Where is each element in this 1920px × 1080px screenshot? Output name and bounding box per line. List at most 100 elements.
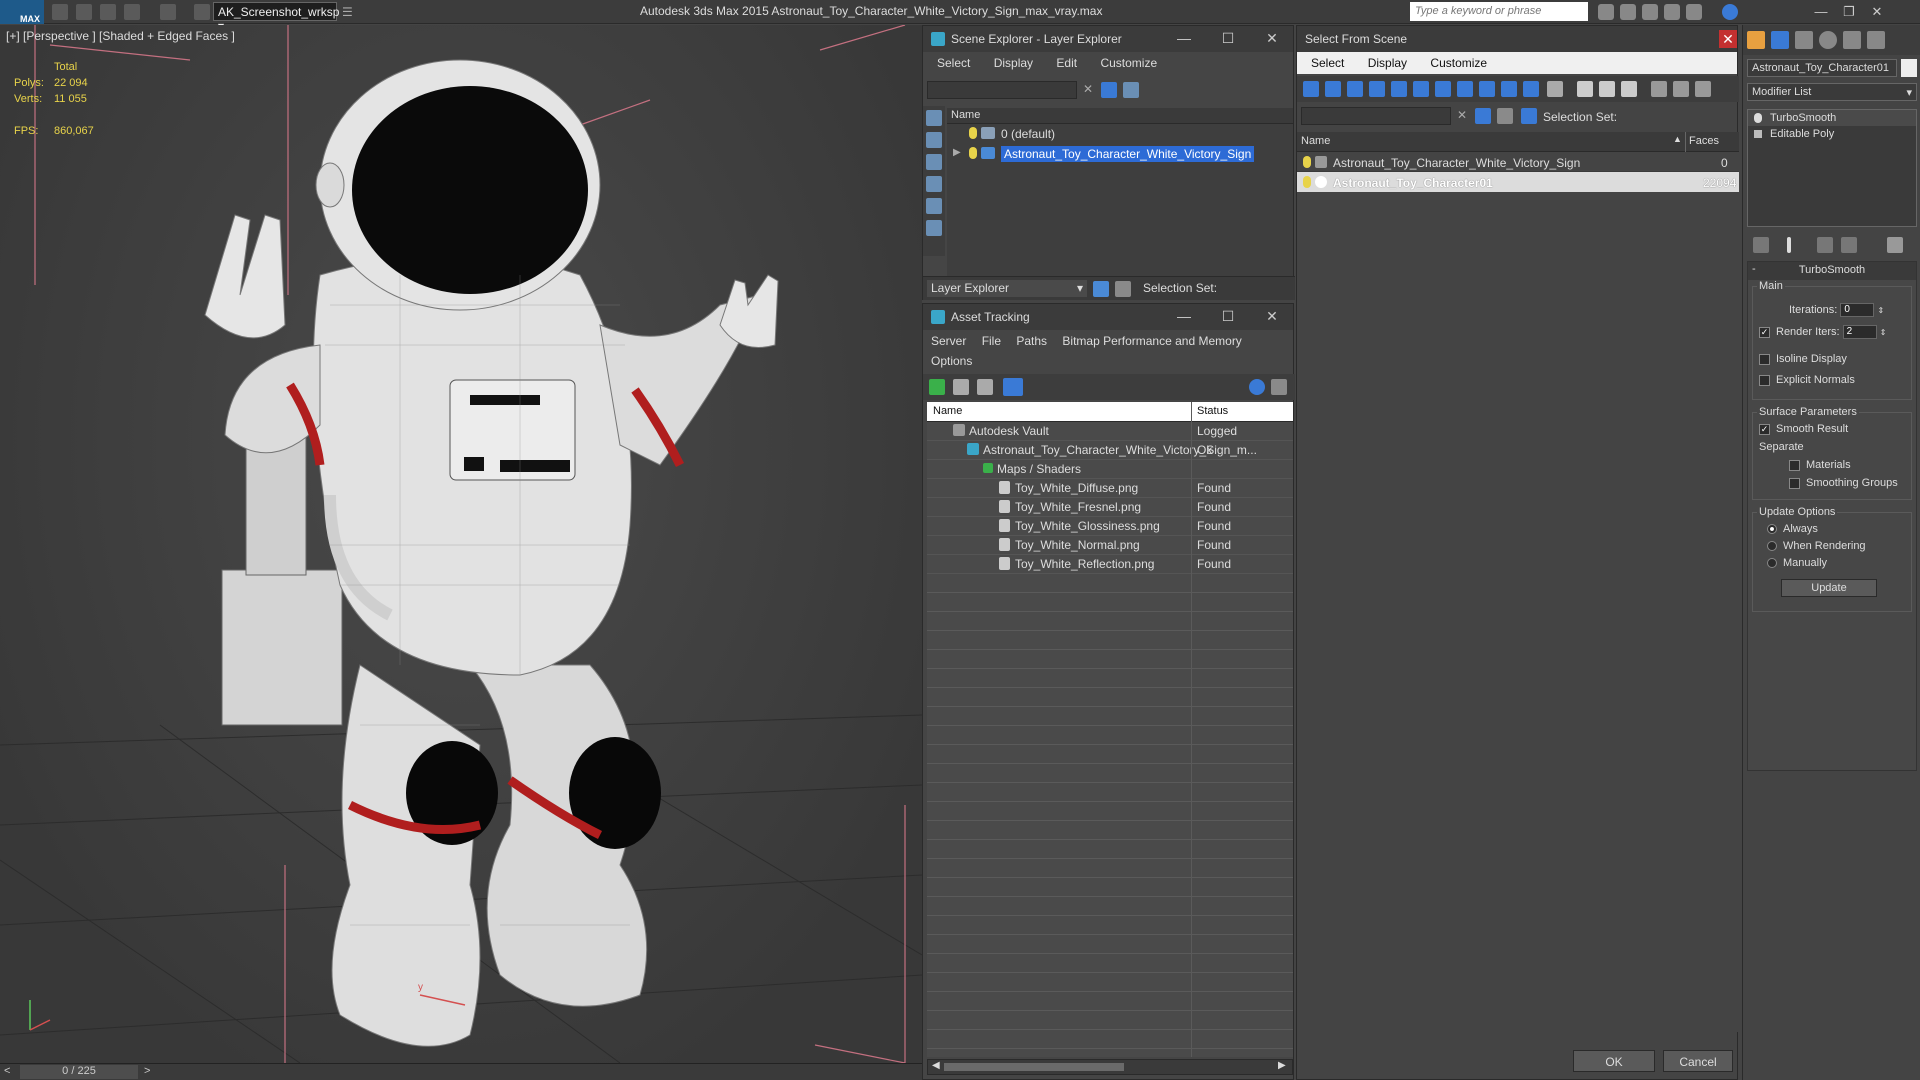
spacewarps-icon[interactable]	[926, 220, 942, 236]
col-name[interactable]: Name	[1301, 135, 1330, 147]
menu-customize[interactable]: Customize	[1100, 56, 1157, 70]
select-from-scene-titlebar[interactable]: Select From Scene ✕	[1297, 26, 1737, 52]
object-row[interactable]: Astronaut_Toy_Character_White_Victory_Si…	[1297, 152, 1739, 172]
iterations-spinner[interactable]: 0	[1840, 303, 1875, 317]
perspective-viewport[interactable]: y [+] [Perspective ] [Shaded + Edged Fac…	[0, 25, 922, 1063]
select-all-icon[interactable]	[1577, 81, 1593, 97]
filter-icon[interactable]	[1101, 82, 1117, 98]
menu-server[interactable]: Server	[931, 334, 966, 348]
open-file-icon[interactable]	[76, 4, 92, 20]
layers-icon[interactable]	[1497, 108, 1513, 124]
asset-row[interactable]: Toy_White_Reflection.png Found	[927, 555, 1293, 574]
pin-stack-icon[interactable]	[1753, 237, 1769, 253]
spinner-arrows-icon[interactable]: ⇕	[1877, 306, 1884, 315]
menu-edit[interactable]: Edit	[1056, 56, 1077, 70]
close-icon[interactable]: ✕	[1719, 30, 1737, 48]
undo-icon[interactable]	[124, 4, 140, 20]
geometry-filter-icon[interactable]	[1303, 81, 1319, 97]
smoothing-groups-row[interactable]: Smoothing Groups	[1789, 477, 1898, 489]
menu-select[interactable]: Select	[1311, 56, 1344, 70]
clear-search-icon[interactable]: ✕	[1457, 108, 1467, 122]
lightbulb-icon[interactable]	[969, 147, 977, 159]
time-next-icon[interactable]: >	[144, 1065, 150, 1077]
time-prev-icon[interactable]: <	[4, 1065, 10, 1077]
menu-options[interactable]: Options	[931, 354, 972, 368]
layer-row-default[interactable]: 0 (default)	[947, 124, 1293, 144]
list-icon[interactable]	[953, 379, 969, 395]
workspace-dropdown[interactable]: AK_Screenshot_wrksp ▾	[213, 2, 339, 33]
manually-radio[interactable]	[1767, 558, 1777, 569]
isoline-checkbox[interactable]	[1759, 353, 1770, 365]
time-slider[interactable]: < 0 / 225 >	[0, 1063, 922, 1080]
show-end-result-icon[interactable]	[1787, 237, 1791, 253]
asset-row[interactable]: Toy_White_Normal.png Found	[927, 536, 1293, 555]
col-name[interactable]: Name	[933, 405, 962, 417]
modifier-bulb-icon[interactable]	[1754, 113, 1762, 123]
scroll-right-icon[interactable]: ▶	[1278, 1060, 1286, 1071]
minimize-icon[interactable]: —	[1175, 308, 1193, 324]
stack-item-turbosmooth[interactable]: TurboSmooth	[1748, 110, 1916, 126]
always-radio[interactable]	[1767, 524, 1777, 535]
lightbulb-icon[interactable]	[1303, 176, 1311, 188]
when-rendering-radio[interactable]	[1767, 541, 1777, 552]
explicit-normals-row[interactable]: Explicit Normals	[1759, 374, 1855, 386]
cameras-icon[interactable]	[926, 176, 942, 192]
lightbulb-icon[interactable]	[969, 127, 977, 139]
geometry-icon[interactable]	[926, 110, 942, 126]
explicit-normals-checkbox[interactable]	[1759, 374, 1770, 386]
update-rendering-row[interactable]: When Rendering	[1767, 540, 1866, 552]
workspace-menu-icon[interactable]: ☰	[342, 5, 353, 19]
binoculars-icon[interactable]	[1598, 4, 1614, 20]
maximize-icon[interactable]: ☐	[1219, 308, 1237, 325]
make-unique-icon[interactable]	[1817, 237, 1833, 253]
asset-row[interactable]: Autodesk Vault Logged	[927, 422, 1293, 441]
invert-selection-icon[interactable]	[1621, 81, 1637, 97]
bones-filter-icon[interactable]	[1479, 81, 1495, 97]
groups-filter-icon[interactable]	[1435, 81, 1451, 97]
new-file-icon[interactable]	[52, 4, 68, 20]
helpers-filter-icon[interactable]	[1391, 81, 1407, 97]
help-icon[interactable]	[1722, 4, 1738, 20]
object-row-selected[interactable]: Astronaut_Toy_Character01 22094	[1297, 172, 1739, 192]
asset-tracking-titlebar[interactable]: Asset Tracking — ☐ ✕	[923, 304, 1293, 330]
materials-checkbox[interactable]	[1789, 459, 1800, 471]
update-manually-row[interactable]: Manually	[1767, 557, 1827, 569]
explorer-type-dropdown[interactable]: Layer Explorer ▾	[927, 280, 1087, 297]
modifier-list-dropdown[interactable]: Modifier List ▾	[1747, 83, 1917, 101]
menu-paths[interactable]: Paths	[1016, 334, 1047, 348]
clear-search-icon[interactable]: ✕	[1083, 82, 1093, 96]
select-none-icon[interactable]	[1599, 81, 1615, 97]
minimize-icon[interactable]: —	[1812, 3, 1830, 21]
ok-button[interactable]: OK	[1573, 1050, 1655, 1072]
star-icon[interactable]	[1664, 4, 1680, 20]
settings-icon[interactable]	[1271, 379, 1287, 395]
layer-row-astronaut[interactable]: ▶ Astronaut_Toy_Character_White_Victory_…	[947, 144, 1293, 164]
asset-row[interactable]: Maps / Shaders	[927, 460, 1293, 479]
asset-row[interactable]: Toy_White_Glossiness.png Found	[927, 517, 1293, 536]
smoothing-groups-checkbox[interactable]	[1789, 477, 1800, 489]
asset-row[interactable]: Astronaut_Toy_Character_White_Victory_Si…	[927, 441, 1293, 460]
hierarchy-icon[interactable]	[1115, 281, 1131, 297]
scene-explorer-titlebar[interactable]: Scene Explorer - Layer Explorer — ☐ ✕	[923, 26, 1293, 52]
menu-display[interactable]: Display	[1368, 56, 1407, 70]
rollout-header[interactable]: - TurboSmooth	[1748, 262, 1916, 280]
close-icon[interactable]: ✕	[1868, 3, 1886, 21]
menu-customize[interactable]: Customize	[1430, 56, 1487, 70]
motion-tab-icon[interactable]	[1819, 31, 1837, 49]
collapse-icon[interactable]	[1695, 81, 1711, 97]
scrollbar-thumb[interactable]	[944, 1063, 1124, 1071]
stack-item-editable-poly[interactable]: Editable Poly	[1748, 126, 1916, 142]
rollout-collapse-icon[interactable]: -	[1752, 263, 1756, 275]
shapes-filter-icon[interactable]	[1325, 81, 1341, 97]
close-icon[interactable]: ✕	[1263, 30, 1281, 47]
sort-icon[interactable]	[1673, 81, 1689, 97]
lights-filter-icon[interactable]	[1347, 81, 1363, 97]
display-tab-icon[interactable]	[1843, 31, 1861, 49]
remove-modifier-icon[interactable]	[1841, 237, 1857, 253]
scene-search-input[interactable]	[927, 81, 1077, 99]
configure-sets-icon[interactable]	[1887, 237, 1903, 253]
maximize-icon[interactable]: ☐	[1219, 30, 1237, 47]
render-iters-checkbox[interactable]: ✓	[1759, 326, 1770, 338]
col-status[interactable]: Status	[1197, 405, 1228, 417]
horizontal-scrollbar[interactable]: ◀ ▶	[927, 1059, 1293, 1075]
